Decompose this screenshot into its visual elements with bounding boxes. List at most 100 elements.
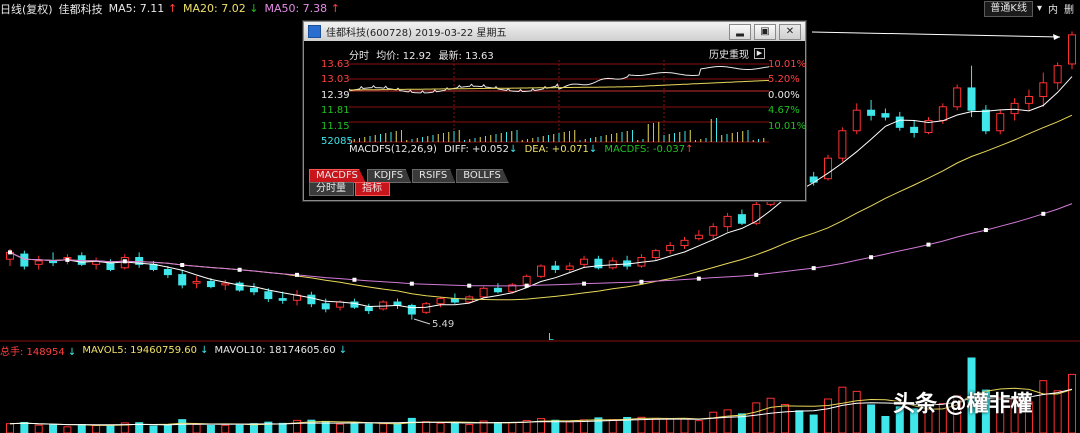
volume-bar-down [881,415,890,433]
dock-icon[interactable]: ▶ [754,48,765,59]
candle-down [264,291,273,300]
volume-bar-up [1039,380,1048,433]
candle-up [422,303,431,313]
candle-up [580,258,589,265]
macd-info: MACDFS(12,26,9) DIFF: +0.052↓ DEA: +0.07… [349,144,697,155]
ma50-marker [983,228,988,233]
candle-down [895,116,904,128]
intraday-chart[interactable] [349,60,773,144]
tab-kdjfs[interactable]: KDJFS [366,169,412,183]
minimize-button[interactable]: ▂ [729,24,751,40]
ma50-marker [8,250,12,255]
candle-up [953,87,962,108]
intraday-price-axis: 13.63 13.03 12.39 11.81 11.15 52085 [321,57,353,149]
close-button[interactable]: ✕ [779,24,801,40]
popup-titlebar[interactable]: 佳都科技(600728) 2019-03-22 星期五 ▂ ▣ ✕ [304,22,805,41]
candle-up [479,287,488,298]
tab-macdfs[interactable]: MACDFS [309,169,366,183]
ma50-marker [65,257,70,262]
candle-up [379,301,388,310]
candle-down [278,298,287,301]
candle-up [1039,82,1048,98]
ma50-marker [1041,211,1046,216]
price-tick: 13.03 [321,74,350,86]
candle-up [680,239,689,247]
volume-bar-down [20,421,29,433]
intraday-pct-axis: 10.01% 5.20% 0.00% 4.67% 10.01% [768,57,807,134]
volume-bar-up [1053,390,1062,433]
candle-up [651,250,660,258]
ma50-marker [180,263,185,268]
volume-bar-up [6,423,14,433]
candle-up [34,260,43,265]
volume-bar-down [149,425,158,433]
volume-bar-up [192,423,201,433]
history-replay-button[interactable]: 历史重现 ▶ [709,46,765,61]
annotation-arrow-icon [1053,34,1060,40]
tab-rsifs[interactable]: RSIFS [412,169,456,183]
candle-down [867,109,876,116]
intraday-popup[interactable]: 佳都科技(600728) 2019-03-22 星期五 ▂ ▣ ✕ 分时 均价:… [303,21,806,201]
volume-bar-up [465,424,474,433]
volume-bar-up [565,421,574,433]
pct-tick: 0.00% [768,89,800,101]
candle-down [307,294,316,305]
volume-bar-down [178,419,187,433]
volume-bar-down [393,423,402,433]
tab-indicator[interactable]: 指标 [355,182,390,196]
volume-bar-up [852,390,861,433]
volume-bar-down [867,404,876,433]
price-tick: 12.39 [321,89,350,101]
candle-up [996,113,1005,132]
volume-bar-up [92,424,101,433]
volume-bar-down [364,423,373,433]
indicator-tabs: MACDFS KDJFS RSIFS BOLLFS [309,169,510,183]
pct-tick: 4.67% [768,105,800,117]
tab-bollfs[interactable]: BOLLFS [456,169,509,183]
mavol10-label: MAVOL10: 18174605.60 ↓ [214,344,348,356]
candle-down [49,260,58,264]
candle-up [852,109,861,132]
ma50-marker [352,277,357,282]
volume-bar-up [508,421,517,433]
maximize-button[interactable]: ▣ [754,24,776,40]
candle-up [838,130,847,159]
candle-down [910,126,919,133]
price-tick: 13.63 [321,59,350,70]
dea-label: DEA: +0.071↓ [524,144,598,155]
volume-bar-up [694,420,703,433]
volume-bar-up [680,418,689,433]
pct-tick: 10.01% [768,59,807,70]
volume-header: 总手: 148954 ↓ MAVOL5: 19460759.60 ↓ MAVOL… [0,343,353,358]
volume-bar-up [666,418,675,433]
macdfs-label: MACDFS: -0.037↑ [604,144,694,155]
macd-name: MACDFS(12,26,9) [349,144,437,155]
volume-bar-down [407,417,416,433]
candle-up [666,245,675,252]
volume-bar-up [824,398,833,433]
candle-up [752,203,761,224]
volume-bar-up [336,423,345,433]
candle-up [723,215,732,228]
volume-bar-down [450,422,459,433]
history-replay-label: 历史重现 [709,50,749,61]
candle-up [709,226,718,236]
volume-bar-up [422,421,431,433]
volume-bar-down [278,422,287,433]
candle-down [163,268,172,276]
candle-up [537,265,545,277]
tab-fenshi-volume[interactable]: 分时量 [309,182,354,196]
low-marker-line [413,318,431,325]
volume-bar-down [77,424,86,433]
candle-down [450,298,459,303]
candle-up [221,282,230,286]
diff-label: DIFF: +0.052↓ [444,144,518,155]
volume-bar-up [34,424,43,433]
ma50-marker [467,283,472,288]
ma50-marker [295,272,300,277]
volume-bar-down [795,410,804,433]
view-tabs: 分时量 指标 [309,182,391,196]
candle-up [1068,34,1076,65]
candle-up [522,275,531,286]
annotation-line [811,31,1061,38]
